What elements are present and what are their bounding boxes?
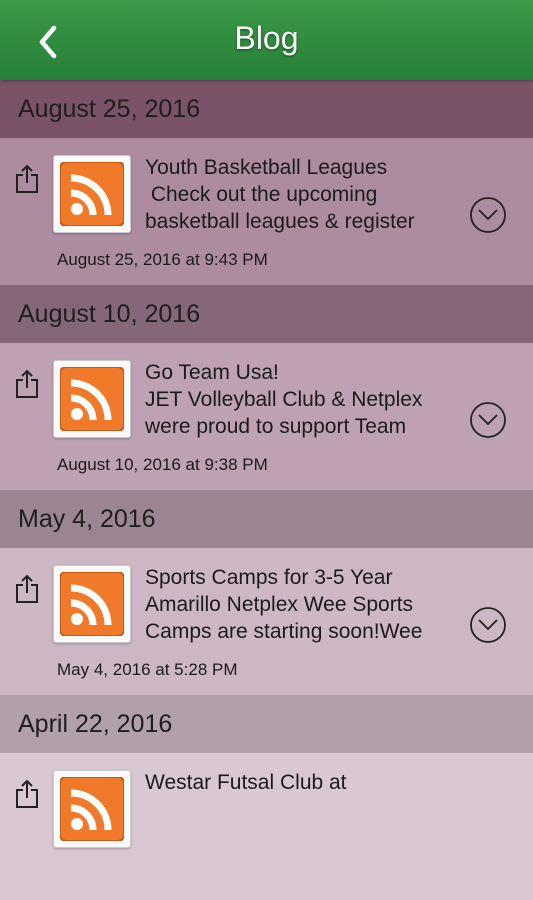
blog-post-item[interactable]: Sports Camps for 3-5 Year Amarillo Netpl…: [0, 548, 533, 695]
chevron-down-circle-icon[interactable]: [469, 196, 507, 234]
blog-feed: August 25, 2016 Youth Basketball Leagues…: [0, 80, 533, 900]
blog-post-item[interactable]: Go Team Usa! JET Volleyball Club & Netpl…: [0, 343, 533, 490]
rss-feed-icon: [53, 565, 131, 643]
post-timestamp: August 25, 2016 at 9:43 PM: [57, 250, 268, 269]
navigation-bar: Blog: [0, 0, 533, 80]
date-section-header: May 4, 2016: [0, 490, 533, 548]
share-icon[interactable]: [14, 369, 40, 399]
chevron-down-circle-icon[interactable]: [469, 606, 507, 644]
post-timestamp: May 4, 2016 at 5:28 PM: [57, 660, 238, 679]
rss-feed-icon: [53, 155, 131, 233]
blog-post-item[interactable]: Youth Basketball Leagues Check out the u…: [0, 138, 533, 285]
rss-feed-icon: [53, 360, 131, 438]
post-excerpt: Go Team Usa! JET Volleyball Club & Netpl…: [145, 361, 423, 438]
post-excerpt: Westar Futsal Club at: [145, 771, 347, 794]
rss-feed-icon: [53, 770, 131, 848]
page-title: Blog: [234, 20, 299, 56]
date-section-header: August 25, 2016: [0, 80, 533, 138]
date-section-header: April 22, 2016: [0, 695, 533, 753]
post-timestamp: August 10, 2016 at 9:38 PM: [57, 455, 268, 474]
date-section-header: August 10, 2016: [0, 285, 533, 343]
share-icon[interactable]: [14, 574, 40, 604]
post-excerpt: Youth Basketball Leagues Check out the u…: [145, 156, 415, 233]
share-icon[interactable]: [14, 779, 40, 809]
post-excerpt: Sports Camps for 3-5 Year Amarillo Netpl…: [145, 566, 423, 643]
blog-post-item[interactable]: Westar Futsal Club at: [0, 753, 533, 900]
share-icon[interactable]: [14, 164, 40, 194]
chevron-down-circle-icon[interactable]: [469, 401, 507, 439]
